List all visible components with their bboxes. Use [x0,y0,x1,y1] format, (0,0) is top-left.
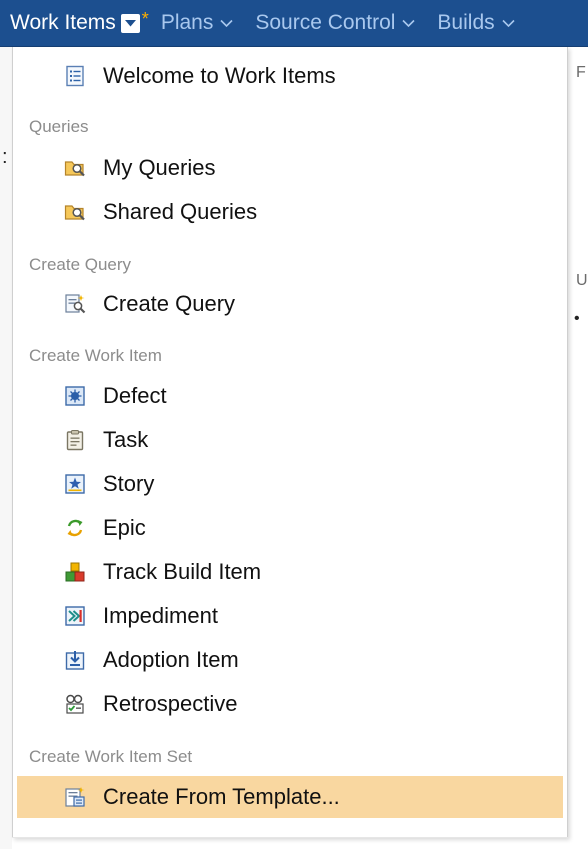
background-text-fragment: • [574,310,580,327]
menu-item-label: Welcome to Work Items [103,63,336,88]
menu-item-task[interactable]: Task [17,419,563,461]
nav-plans-label: Plans [160,11,214,34]
story-star-icon [64,473,86,495]
menu-item-label: Retrospective [103,691,238,716]
menu-item-label: My Queries [103,155,216,180]
menu-item-my-queries[interactable]: My Queries [17,147,563,189]
top-nav-bar: Work Items * Plans Source Control Builds [0,0,588,47]
query-folder-icon [64,157,86,179]
nav-plans[interactable]: Plans [161,0,234,46]
menu-item-track-build-item[interactable]: Track Build Item [17,551,563,593]
nav-source-control[interactable]: Source Control [255,0,415,46]
background-text-fragment: U [576,272,588,289]
impediment-arrow-icon [64,605,86,627]
clipboard-task-icon [64,429,86,451]
list-document-icon [64,65,86,87]
menu-bottom-edge [12,837,568,838]
menu-item-defect[interactable]: Defect [17,375,563,417]
menu-item-label: Epic [103,515,146,540]
menu-item-label: Task [103,427,149,452]
dropdown-toggle-icon[interactable] [120,13,140,33]
menu-item-label: Impediment [103,603,218,628]
menu-item-shared-queries[interactable]: Shared Queries [17,191,563,233]
background-text-fragment: F [576,64,586,81]
query-folder-icon [64,201,86,223]
retrospective-checklist-icon [64,693,86,715]
new-query-icon [64,293,86,315]
nav-builds-label: Builds [437,11,495,34]
build-blocks-icon [64,561,86,583]
modified-marker: * [141,9,149,29]
nav-builds[interactable]: Builds [437,0,515,46]
menu-item-label: Create From Template... [103,784,340,809]
menu-item-create-query[interactable]: Create Query [17,283,563,325]
menu-item-label: Adoption Item [103,647,239,672]
work-items-dropdown-menu: Welcome to Work Items Queries My Queries… [12,47,568,838]
menu-item-label: Create Query [103,291,236,316]
nav-work-items[interactable]: Work Items * [0,0,149,46]
section-header-queries: Queries [29,117,89,136]
menu-item-adoption-item[interactable]: Adoption Item [17,639,563,681]
nav-source-control-label: Source Control [255,11,396,34]
menu-item-epic[interactable]: Epic [17,507,563,549]
chevron-down-icon [402,19,415,27]
template-icon [64,786,86,808]
menu-item-retrospective[interactable]: Retrospective [17,683,563,725]
adoption-download-icon [64,649,86,671]
defect-bug-icon [64,385,86,407]
menu-item-label: Track Build Item [103,559,262,584]
menu-item-impediment[interactable]: Impediment [17,595,563,637]
background-text-fragment: : [2,146,8,168]
cycle-arrows-icon [64,517,86,539]
menu-item-story[interactable]: Story [17,463,563,505]
menu-item-create-from-template[interactable]: Create From Template... [17,776,563,818]
menu-item-label: Defect [103,383,167,408]
menu-item-welcome[interactable]: Welcome to Work Items [17,55,563,97]
section-header-create-query: Create Query [29,255,132,274]
menu-item-label: Story [103,471,155,496]
chevron-down-icon [502,19,515,27]
menu-item-label: Shared Queries [103,199,258,224]
section-header-create-work-item-set: Create Work Item Set [29,747,193,766]
chevron-down-icon [220,19,233,27]
section-header-create-work-item: Create Work Item [29,346,162,365]
nav-work-items-label: Work Items [10,11,116,34]
